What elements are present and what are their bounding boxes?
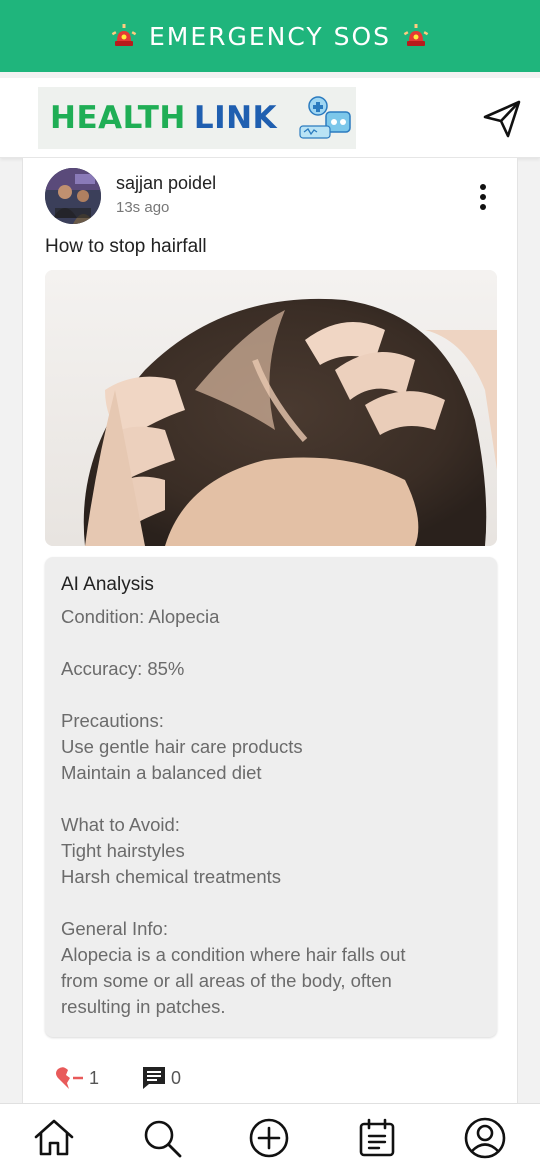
hair-photo xyxy=(45,270,497,546)
comment-button[interactable]: 0 xyxy=(141,1065,181,1091)
add-post-icon[interactable] xyxy=(247,1116,291,1160)
analysis-condition: Condition: Alopecia xyxy=(61,606,220,627)
post-text: How to stop hairfall xyxy=(45,236,207,257)
precautions-heading: Precautions: xyxy=(61,710,164,731)
post-actions: 1 0 xyxy=(55,1064,181,1092)
analysis-accuracy: Accuracy: 85% xyxy=(61,658,185,679)
avatar[interactable] xyxy=(45,168,101,224)
general-info-line: resulting in patches. xyxy=(61,996,226,1017)
health-link-logo[interactable]: HEALTH LINK xyxy=(38,87,356,149)
comment-icon xyxy=(143,1067,166,1089)
bottom-navigation xyxy=(0,1103,540,1170)
app-header: HEALTH LINK xyxy=(0,78,540,158)
siren-icon xyxy=(111,24,137,46)
avatar-photo xyxy=(45,168,101,224)
post-card: sajjan poidel 13s ago How to stop hairfa… xyxy=(22,158,518,1118)
ai-analysis-panel: AI Analysis Condition: Alopecia Accuracy… xyxy=(45,557,497,1037)
health-gadgets-icon xyxy=(299,96,351,139)
analysis-title: AI Analysis xyxy=(61,574,154,595)
logo-word-health: HEALTH xyxy=(50,100,186,136)
avoid-item: Harsh chemical treatments xyxy=(61,866,282,887)
sos-label: EMERGENCY SOS xyxy=(148,21,392,51)
post-timestamp: 13s ago xyxy=(116,199,170,216)
precaution-item: Use gentle hair care products xyxy=(61,736,303,757)
profile-icon[interactable] xyxy=(463,1116,507,1160)
general-info-heading: General Info: xyxy=(61,918,168,939)
comment-count: 0 xyxy=(171,1067,182,1088)
broken-heart-icon xyxy=(56,1067,83,1089)
precaution-item: Maintain a balanced diet xyxy=(61,762,262,783)
like-button[interactable]: 1 xyxy=(55,1065,99,1091)
post-image[interactable] xyxy=(45,270,497,546)
avoid-heading: What to Avoid: xyxy=(61,814,180,835)
siren-icon xyxy=(403,24,429,46)
post-username[interactable]: sajjan poidel xyxy=(116,173,216,194)
general-info-line: from some or all areas of the body, ofte… xyxy=(61,970,392,991)
avoid-item: Tight hairstyles xyxy=(61,840,185,861)
like-count: 1 xyxy=(89,1067,100,1088)
more-options-icon[interactable] xyxy=(471,180,495,214)
logo-word-link: LINK xyxy=(193,100,278,136)
general-info-line: Alopecia is a condition where hair falls… xyxy=(61,944,406,965)
search-icon[interactable] xyxy=(140,1116,184,1160)
send-icon[interactable] xyxy=(480,96,524,140)
home-icon[interactable] xyxy=(32,1116,76,1160)
calendar-icon[interactable] xyxy=(355,1116,399,1160)
emergency-sos-button[interactable]: EMERGENCY SOS xyxy=(0,0,540,72)
